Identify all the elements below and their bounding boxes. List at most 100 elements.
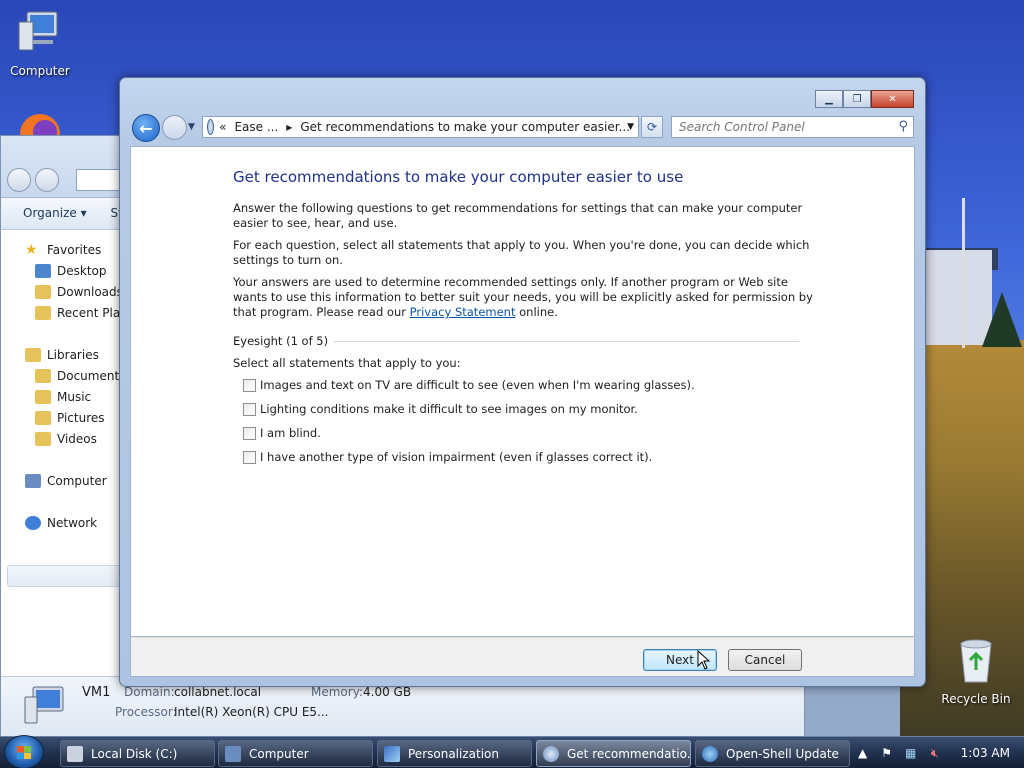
wallpaper-pole [962, 198, 965, 348]
nav-label: Desktop [57, 264, 107, 278]
close-button[interactable]: ✕ [871, 90, 914, 108]
nav-label: Computer [47, 474, 107, 488]
option-label[interactable]: I am blind. [260, 426, 321, 440]
section-header: Eyesight (1 of 5) [233, 334, 799, 348]
volume-muted-icon[interactable]: 🔇︎ [927, 745, 943, 761]
option-other-vision-impairment[interactable]: I have another type of vision impairment… [243, 450, 652, 464]
intro-paragraph: Answer the following questions to get re… [233, 201, 803, 230]
network-icon[interactable]: ▦ [903, 745, 919, 761]
checkbox[interactable] [243, 450, 256, 464]
libraries-icon [25, 348, 41, 362]
memory-value: 4.00 GB [363, 685, 412, 699]
personalization-icon [384, 745, 400, 762]
videos-icon [35, 432, 51, 446]
back-button[interactable]: ← [132, 114, 160, 142]
checkbox[interactable] [243, 402, 256, 416]
computer-icon [225, 745, 241, 762]
task-personalization[interactable]: Personalization [377, 740, 532, 767]
minimize-button[interactable]: ▁ [815, 90, 843, 108]
explorer-nav-pane: ★ Favorites Desktop Downloads Recent Plac… [1, 231, 134, 671]
nav-item-music[interactable]: Music [35, 388, 91, 406]
option-label[interactable]: Lighting conditions make it difficult to… [260, 402, 638, 416]
memory-label: Memory: [311, 685, 363, 699]
task-label: Local Disk (C:) [91, 746, 178, 761]
explorer-forward-button[interactable] [35, 168, 59, 192]
nav-item-pictures[interactable]: Pictures [35, 409, 105, 427]
search-input[interactable]: Search Control Panel ⚲ [671, 116, 914, 138]
task-label: Open-Shell Update [726, 746, 839, 761]
mouse-cursor-icon [697, 650, 711, 670]
search-icon: ⚲ [898, 119, 908, 134]
address-bar[interactable]: « Ease ... ▸ Get recommendations to make… [202, 116, 639, 138]
option-label[interactable]: I have another type of vision impairment… [260, 450, 652, 464]
nav-item-downloads[interactable]: Downloads [35, 283, 123, 301]
domain-value: collabnet.local [174, 685, 262, 699]
task-label: Get recommendatio... [567, 746, 691, 761]
clock[interactable]: 1:03 AM [961, 746, 1010, 760]
processor-value: Intel(R) Xeon(R) CPU E5... [174, 705, 329, 719]
task-label: Computer [249, 746, 309, 761]
ease-of-access-window: ▁ ❐ ✕ ← ▼ « Ease ... ▸ Get recommendatio… [119, 77, 926, 687]
breadcrumb-current-page[interactable]: Get recommendations to make your compute… [300, 120, 630, 134]
nav-item-videos[interactable]: Videos [35, 430, 97, 448]
desktop-icon-computer-label: Computer [10, 64, 70, 78]
breadcrumb-arrow-icon[interactable]: ▸ [286, 120, 292, 134]
desktop-icon-recycle-bin[interactable]: Recycle Bin [936, 636, 1016, 706]
nav-label: Pictures [57, 411, 105, 425]
checkbox[interactable] [243, 426, 256, 440]
desktop-icon-recycle-bin-label: Recycle Bin [941, 692, 1011, 706]
organize-label: Organize [23, 206, 77, 220]
action-center-flag-icon[interactable]: ⚑ [879, 745, 895, 761]
content-pane: Get recommendations to make your compute… [130, 146, 915, 637]
nav-item-favorites[interactable]: ★ Favorites [25, 241, 101, 259]
start-button[interactable] [4, 735, 44, 768]
nav-label: Documents [57, 369, 126, 383]
option-lighting-conditions[interactable]: Lighting conditions make it difficult to… [243, 402, 638, 416]
desktop-folder-icon [35, 264, 51, 278]
address-dropdown-icon[interactable]: ▼ [627, 122, 634, 132]
maximize-button[interactable]: ❐ [843, 90, 871, 108]
nav-item-computer[interactable]: Computer [25, 472, 107, 490]
address-overflow-chevron[interactable]: « [219, 120, 226, 134]
organize-button[interactable]: Organize ▾ [23, 206, 87, 220]
task-local-disk[interactable]: Local Disk (C:) [60, 740, 215, 767]
processor-label: Processor: [115, 705, 177, 719]
recent-pages-dropdown-icon[interactable]: ▼ [188, 122, 195, 132]
control-panel-icon [207, 119, 215, 135]
nav-item-documents[interactable]: Documents [35, 367, 125, 385]
nav-item-desktop[interactable]: Desktop [35, 262, 107, 280]
refresh-button[interactable]: ⟳ [641, 116, 663, 138]
nav-item-libraries[interactable]: Libraries [25, 346, 99, 364]
windows-logo-icon [17, 746, 31, 759]
checkbox[interactable] [243, 378, 256, 392]
computer-large-icon [24, 686, 64, 724]
desktop-icon-computer[interactable]: Computer [0, 6, 80, 78]
nav-label: Videos [57, 432, 97, 446]
privacy-text-end: online. [515, 305, 558, 319]
pictures-icon [35, 411, 51, 425]
forward-button[interactable] [162, 115, 187, 140]
privacy-statement-link[interactable]: Privacy Statement [410, 305, 516, 319]
task-open-shell-update[interactable]: Open-Shell Update [695, 740, 850, 767]
domain-label: Domain: [124, 685, 175, 699]
minimize-icon: ▁ [825, 93, 833, 105]
cancel-button[interactable]: Cancel [728, 649, 802, 671]
explorer-back-button[interactable] [7, 168, 31, 192]
caption-buttons: ▁ ❐ ✕ [815, 90, 914, 108]
wallpaper-tree [982, 292, 1022, 347]
nav-selection-highlight [7, 565, 123, 587]
task-get-recommendations[interactable]: Get recommendatio... [536, 740, 691, 767]
option-label[interactable]: Images and text on TV are difficult to s… [260, 378, 695, 392]
option-blind[interactable]: I am blind. [243, 426, 321, 440]
breadcrumb-ease-of-access[interactable]: Ease ... [234, 120, 278, 134]
ease-of-access-icon [543, 745, 559, 762]
back-arrow-icon: ← [139, 118, 153, 138]
show-hidden-icons-icon[interactable]: ▲ [855, 745, 871, 761]
task-computer[interactable]: Computer [218, 740, 373, 767]
option-tv-text-difficult[interactable]: Images and text on TV are difficult to s… [243, 378, 695, 392]
nav-item-network[interactable]: Network [25, 514, 97, 532]
music-icon [35, 390, 51, 404]
restore-icon: ❐ [852, 93, 862, 105]
refresh-icon: ⟳ [646, 120, 658, 134]
nav-label: Downloads [57, 285, 123, 299]
